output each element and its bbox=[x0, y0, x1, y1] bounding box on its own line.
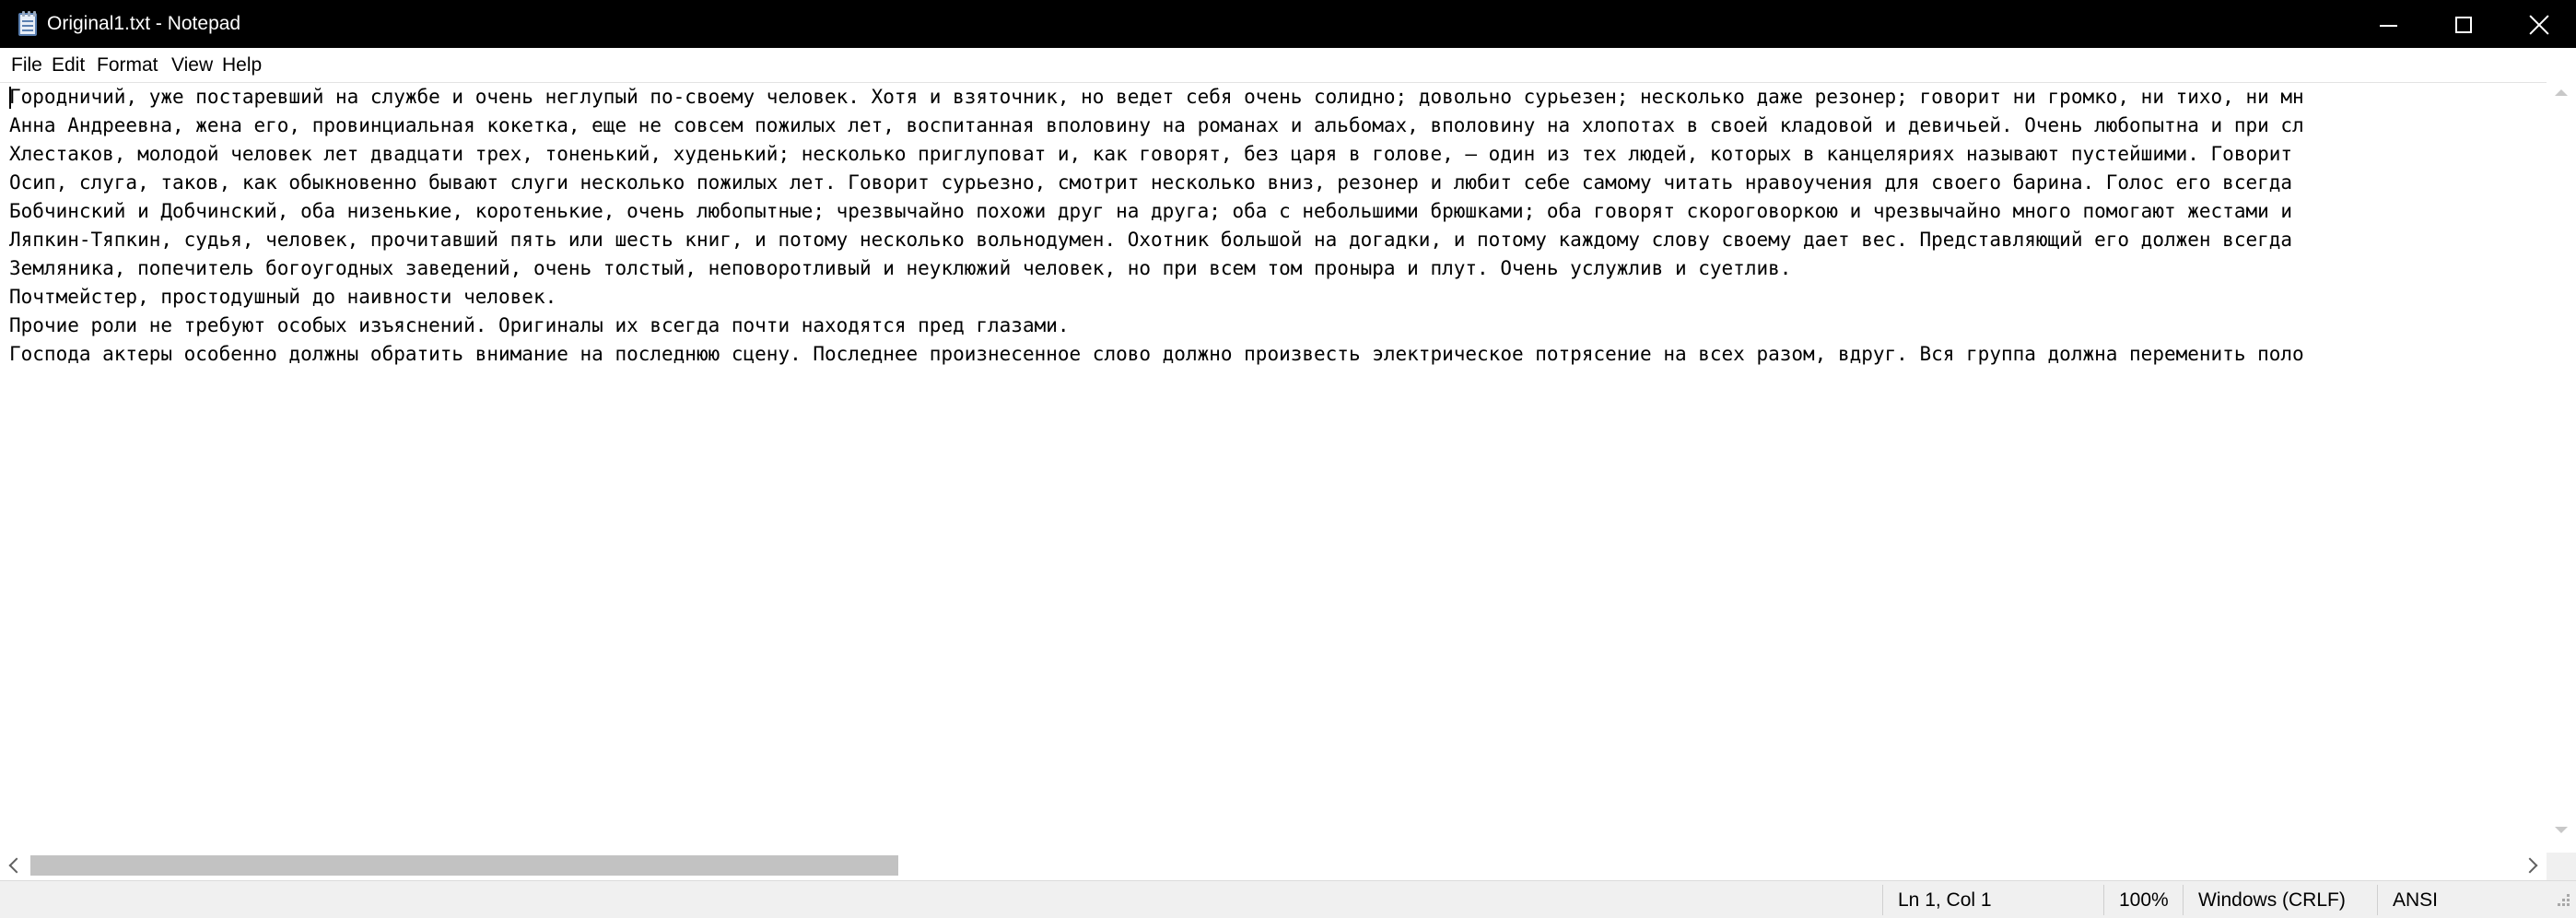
line-ending: Windows (CRLF) bbox=[2198, 889, 2346, 911]
notepad-icon-ring bbox=[33, 11, 36, 17]
window-title: Original1.txt - Notepad bbox=[47, 13, 241, 34]
zoom-level: 100% bbox=[2119, 889, 2169, 911]
notepad-icon-line bbox=[22, 29, 33, 31]
vertical-scrollbar[interactable] bbox=[2547, 82, 2576, 853]
grip-dot bbox=[2562, 899, 2565, 901]
text-line: Господа актеры особенно должны обратить … bbox=[9, 343, 2304, 365]
minimize-button[interactable] bbox=[2350, 0, 2426, 48]
title-bar[interactable]: Original1.txt - Notepad bbox=[0, 0, 2576, 48]
grip-dot bbox=[2567, 899, 2570, 901]
chevron-left-icon[interactable] bbox=[8, 857, 25, 874]
minimize-icon bbox=[2380, 25, 2397, 27]
menu-bar: File Edit Format View Help bbox=[0, 48, 2576, 82]
grip-dot bbox=[2558, 903, 2560, 906]
grip-dot bbox=[2562, 903, 2565, 906]
notepad-icon[interactable] bbox=[16, 11, 40, 37]
text-line: Ляпкин-Тяпкин, судья, человек, прочитавш… bbox=[9, 229, 2293, 251]
notepad-icon-ring bbox=[28, 11, 30, 17]
status-separator bbox=[2103, 885, 2104, 915]
status-separator bbox=[2183, 885, 2184, 915]
horizontal-scrollbar[interactable] bbox=[0, 853, 2547, 880]
encoding: ANSI bbox=[2393, 889, 2439, 911]
scrollbar-corner bbox=[2547, 853, 2576, 880]
menu-view[interactable]: View bbox=[171, 53, 213, 78]
text-line: Анна Андреевна, жена его, провинциальная… bbox=[9, 114, 2304, 136]
menu-edit[interactable]: Edit bbox=[52, 53, 85, 78]
horizontal-scroll-thumb[interactable] bbox=[30, 855, 898, 876]
resize-grip-icon[interactable] bbox=[2552, 890, 2572, 911]
text-content[interactable]: Городничий, уже постаревший на службе и … bbox=[9, 83, 2547, 853]
notepad-icon-line bbox=[22, 20, 33, 22]
chevron-down-icon[interactable] bbox=[2555, 827, 2568, 833]
text-line: Почтмейстер, простодушный до наивности ч… bbox=[9, 286, 557, 308]
text-line: Осип, слуга, таков, как обыкновенно быва… bbox=[9, 171, 2293, 194]
maximize-button[interactable] bbox=[2426, 0, 2501, 48]
menu-format[interactable]: Format bbox=[97, 53, 158, 78]
notepad-icon-ring bbox=[22, 11, 25, 17]
notepad-icon-line bbox=[22, 25, 33, 27]
text-caret bbox=[9, 87, 11, 109]
status-separator bbox=[2377, 885, 2378, 915]
status-bar: Ln 1, Col 1 100% Windows (CRLF) ANSI bbox=[0, 880, 2576, 918]
text-line: Хлестаков, молодой человек лет двадцати … bbox=[9, 143, 2293, 165]
grip-dot bbox=[2567, 903, 2570, 906]
close-button[interactable] bbox=[2501, 0, 2576, 48]
cursor-position: Ln 1, Col 1 bbox=[1898, 889, 1992, 911]
close-icon bbox=[2529, 15, 2549, 35]
text-line: Бобчинский и Добчинский, оба низенькие, … bbox=[9, 200, 2293, 222]
maximize-icon bbox=[2455, 17, 2472, 33]
menu-file[interactable]: File bbox=[11, 53, 42, 78]
chevron-right-icon[interactable] bbox=[2522, 857, 2538, 874]
text-line: Прочие роли не требуют особых изъяснений… bbox=[9, 314, 1070, 336]
chevron-up-icon[interactable] bbox=[2555, 89, 2568, 96]
text-line: Городничий, уже постаревший на службе и … bbox=[9, 86, 2304, 108]
text-editor[interactable]: Городничий, уже постаревший на службе и … bbox=[0, 82, 2576, 853]
status-separator bbox=[1882, 885, 1883, 915]
menu-help[interactable]: Help bbox=[222, 53, 262, 78]
grip-dot bbox=[2567, 894, 2570, 897]
text-line: Земляника, попечитель богоугодных заведе… bbox=[9, 257, 1792, 279]
